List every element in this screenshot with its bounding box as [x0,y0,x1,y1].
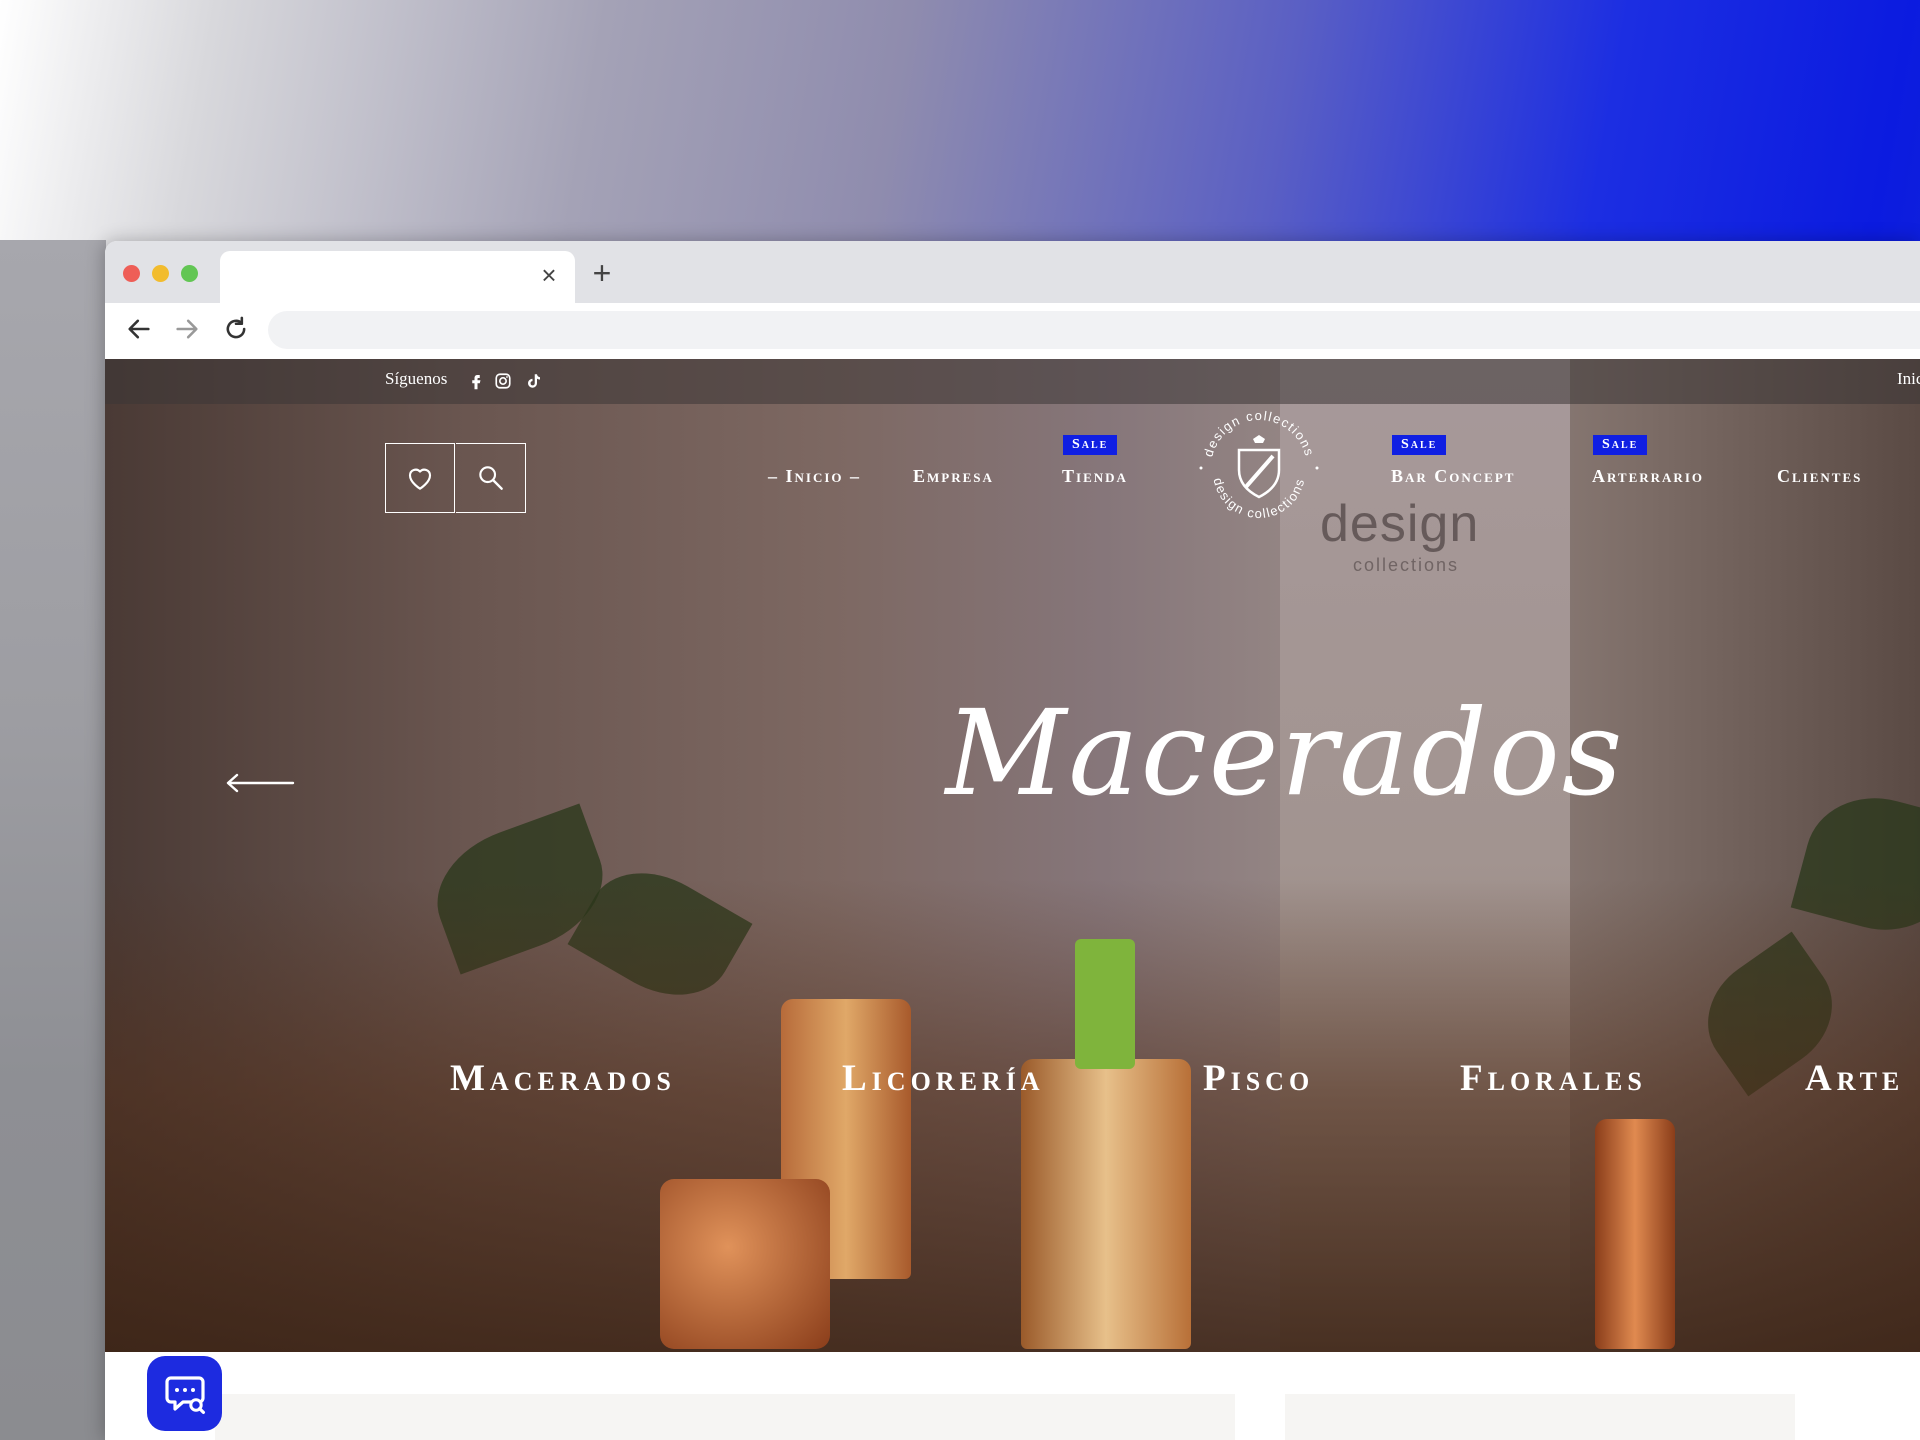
tab-close-icon[interactable]: × [537,262,561,288]
category-arte[interactable]: Arte [1805,1057,1904,1100]
sale-badge: Sale [1392,435,1447,455]
tiktok-icon[interactable] [525,372,543,390]
heart-icon [408,468,432,490]
slider-prev-arrow-icon[interactable] [225,771,295,795]
browser-toolbar [105,303,1920,353]
box-brand-sub: collections [1353,555,1460,575]
forward-arrow-icon[interactable] [173,315,201,343]
nav-bar-concept[interactable]: Bar Concept [1391,466,1515,487]
category-pisco[interactable]: Pisco [1203,1057,1314,1100]
chat-button[interactable] [147,1356,222,1431]
instagram-icon[interactable] [494,372,512,390]
nav-empresa[interactable]: Empresa [913,466,994,487]
sale-badge: Sale [1593,435,1648,455]
back-arrow-icon[interactable] [125,315,153,343]
box-brand-text: design [1320,495,1480,553]
maximize-window-button[interactable] [181,265,198,282]
close-window-button[interactable] [123,265,140,282]
content-card [1285,1394,1795,1440]
design-collections-logo[interactable]: design collections design collections [1193,402,1325,534]
category-macerados[interactable]: Macerados [450,1057,676,1100]
bottle-decoration [1075,939,1135,1069]
chat-search-icon [164,1375,205,1414]
bottle-decoration [1021,1059,1191,1349]
minimize-window-button[interactable] [152,265,169,282]
tab-bar: × + [105,241,1920,303]
copper-mug [660,1179,830,1349]
content-card [725,1394,1235,1440]
address-bar[interactable] [268,311,1920,349]
wishlist-button[interactable] [385,443,455,513]
backdrop-shade [0,240,106,1440]
browser-tab[interactable]: × [220,251,575,303]
browser-window: × + design collections Síguenos Inic – I… [105,241,1920,1440]
top-strip: Síguenos Inic [105,359,1920,404]
svg-text:design collections: design collections [1210,476,1307,521]
search-button[interactable] [456,443,526,513]
category-licoreria[interactable]: Licorería [842,1057,1045,1100]
follow-label: Síguenos [385,369,448,388]
reload-icon[interactable] [222,315,250,343]
new-tab-button[interactable]: + [587,257,617,289]
sale-badge: Sale [1063,435,1118,455]
nav-tienda[interactable]: Tienda [1062,466,1128,487]
facebook-icon[interactable] [467,372,485,390]
nav-inicio[interactable]: – Inicio – [768,466,861,487]
nav-clientes[interactable]: Clientes [1777,466,1862,487]
category-florales[interactable]: Florales [1460,1057,1647,1100]
hero-title: Macerados [945,684,1625,822]
top-right-link[interactable]: Inic [1897,369,1920,389]
copper-shaker [1595,1119,1675,1349]
nav-arterrario[interactable]: Arterrario [1592,466,1704,487]
search-icon [478,466,503,490]
website-hero: design collections Síguenos Inic – Inici… [105,359,1920,1352]
content-card [215,1394,775,1440]
